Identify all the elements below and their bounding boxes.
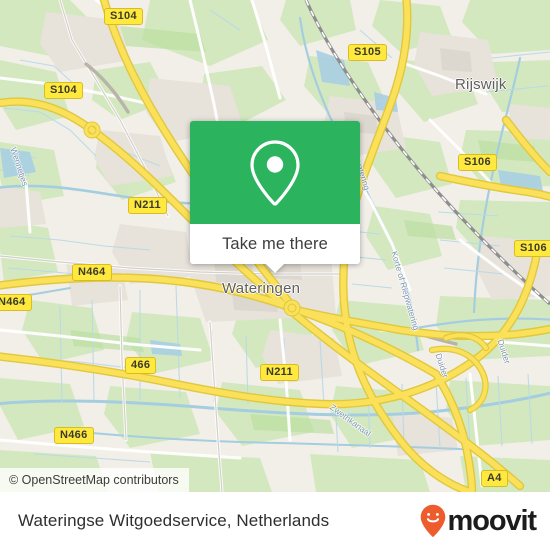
map-attribution[interactable]: © OpenStreetMap contributors (0, 468, 189, 492)
road-shield-s106-lower: S106 (514, 240, 550, 257)
moovit-wordmark: moovit (447, 504, 538, 537)
destination-callout[interactable]: Take me there (190, 121, 360, 273)
road-shield-n211-west: N211 (128, 197, 167, 214)
moovit-pin-smiley-icon (420, 504, 445, 537)
footer-content: Wateringse Witgoedservice, Netherlands m… (0, 492, 550, 550)
road-shield-s106-upper: S106 (458, 154, 497, 171)
map-viewport[interactable]: Rijswijk Wateringen Wennetjes Oude Lierw… (0, 0, 550, 492)
callout-action-row[interactable]: Take me there (190, 224, 360, 264)
road-shield-s105: S105 (348, 44, 387, 61)
road-shield-n211-south: N211 (260, 364, 299, 381)
footer-bar: Wateringse Witgoedservice, Netherlands m… (0, 492, 550, 550)
callout-header (190, 121, 360, 224)
attribution-text: © OpenStreetMap contributors (9, 473, 179, 487)
road-shield-s104-west: S104 (44, 82, 83, 99)
callout-tail-pointer (266, 264, 284, 273)
moovit-brand-logo[interactable]: moovit (420, 504, 538, 538)
moovit-map-screenshot: Rijswijk Wateringen Wennetjes Oude Lierw… (0, 0, 550, 550)
road-shield-a4: A4 (481, 470, 508, 487)
road-shield-466: 466 (125, 357, 157, 374)
take-me-there-label: Take me there (222, 234, 328, 253)
road-shield-n464-east: N464 (72, 264, 112, 281)
road-shield-s104-north: S104 (104, 8, 143, 25)
location-pin-icon (250, 139, 300, 206)
road-shield-n464-west: N464 (0, 294, 32, 311)
place-name-label: Wateringse Witgoedservice, Netherlands (18, 511, 330, 530)
road-shield-n466: N466 (54, 427, 94, 444)
